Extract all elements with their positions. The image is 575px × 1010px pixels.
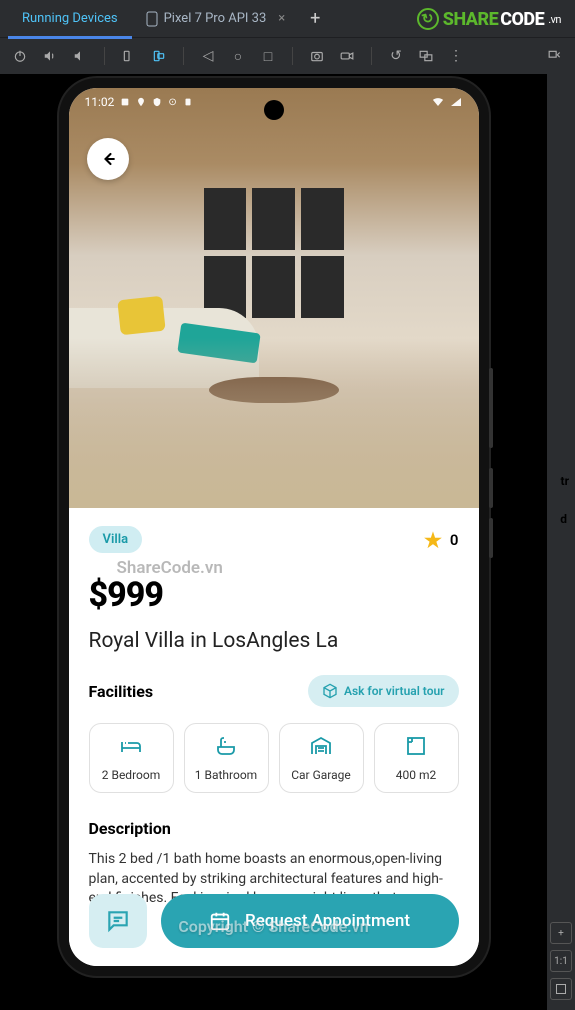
rotate-left-icon[interactable] xyxy=(121,48,137,64)
rating: ★ 0 xyxy=(424,528,459,552)
back-button[interactable] xyxy=(87,138,129,180)
emulator-viewport: 11:02 ⊙ xyxy=(0,74,547,1010)
star-icon: ★ xyxy=(424,528,442,552)
back-icon[interactable]: ◁ xyxy=(200,48,216,64)
recycle-icon: ↻ xyxy=(417,8,439,30)
virtual-tour-button[interactable]: Ask for virtual tour xyxy=(308,675,459,707)
close-icon[interactable]: × xyxy=(278,11,285,26)
record-icon[interactable] xyxy=(339,48,355,64)
more-icon[interactable]: ⋮ xyxy=(448,48,464,64)
tab-running-devices[interactable]: Running Devices xyxy=(8,0,132,38)
collapse-icon[interactable] xyxy=(547,48,563,64)
floor-decor xyxy=(69,338,479,508)
copyright-watermark: Copyright © ShareCode.vn xyxy=(178,917,368,936)
cube-icon xyxy=(322,683,338,699)
signal-icon xyxy=(449,96,463,108)
description-label: Description xyxy=(89,819,459,838)
watermark-text: ShareCode.vn xyxy=(117,558,223,578)
facility-bathroom: 1 Bathroom xyxy=(184,723,269,793)
edge-text-tr: tr xyxy=(561,474,569,488)
zoom-in-button[interactable]: + xyxy=(550,922,572,944)
home-icon[interactable]: ○ xyxy=(230,48,246,64)
notification-icon xyxy=(120,97,130,107)
debug-icon xyxy=(183,97,193,107)
phone-side-button xyxy=(489,368,493,448)
emulator-toolbar: ◁ ○ □ ↺ ⋮ xyxy=(0,38,575,74)
phone-icon xyxy=(146,11,158,27)
category-badge: Villa xyxy=(89,526,143,553)
area-icon xyxy=(403,734,429,758)
phone-side-button xyxy=(489,468,493,508)
listing-hero-image xyxy=(69,88,479,508)
zoom-reset-button[interactable]: 1:1 xyxy=(550,950,572,972)
tab-pixel-device[interactable]: Pixel 7 Pro API 33 × xyxy=(132,0,300,38)
listing-title: Royal Villa in LosAngles La xyxy=(89,629,459,653)
pillow-decor xyxy=(117,296,165,336)
arrow-left-icon xyxy=(98,149,118,169)
chat-icon xyxy=(105,908,131,934)
add-tab-button[interactable]: + xyxy=(299,8,331,29)
screenshot-icon[interactable] xyxy=(309,48,325,64)
volume-up-icon[interactable] xyxy=(42,48,58,64)
sharecode-watermark-logo: ↻ SHARECODE.vn xyxy=(417,8,561,30)
status-time: 11:02 xyxy=(85,95,115,109)
rating-value: 0 xyxy=(450,531,459,549)
zoom-sidebar: tr d + 1:1 xyxy=(547,74,575,1010)
front-camera xyxy=(264,100,284,120)
facilities-grid: 2 Bedroom 1 Bathroom Car Garage 400 m2 xyxy=(89,723,459,793)
reset-icon[interactable]: ↺ xyxy=(388,48,404,64)
phone-side-button xyxy=(489,518,493,558)
bath-icon xyxy=(213,734,239,758)
bed-icon xyxy=(118,734,144,758)
phone-frame: 11:02 ⊙ xyxy=(59,78,489,976)
edge-text-d: d xyxy=(560,512,567,526)
location-icon xyxy=(136,97,146,107)
listing-price: $999 xyxy=(89,575,459,615)
window-decor xyxy=(204,188,344,318)
facility-bedroom: 2 Bedroom xyxy=(89,723,174,793)
volume-down-icon[interactable] xyxy=(72,48,88,64)
zoom-fit-button[interactable] xyxy=(550,978,572,1000)
power-icon[interactable] xyxy=(12,48,28,64)
overview-icon[interactable]: □ xyxy=(260,48,276,64)
phone-screen: 11:02 ⊙ xyxy=(69,88,479,966)
facility-area: 400 m2 xyxy=(374,723,459,793)
rotate-right-icon[interactable] xyxy=(151,48,167,64)
garage-icon xyxy=(308,734,334,758)
facilities-label: Facilities xyxy=(89,682,154,701)
status-icon: ⊙ xyxy=(168,97,176,108)
shield-icon xyxy=(152,97,162,107)
facility-garage: Car Garage xyxy=(279,723,364,793)
wifi-icon xyxy=(431,96,445,108)
displays-icon[interactable] xyxy=(418,48,434,64)
chat-button[interactable] xyxy=(89,894,147,948)
